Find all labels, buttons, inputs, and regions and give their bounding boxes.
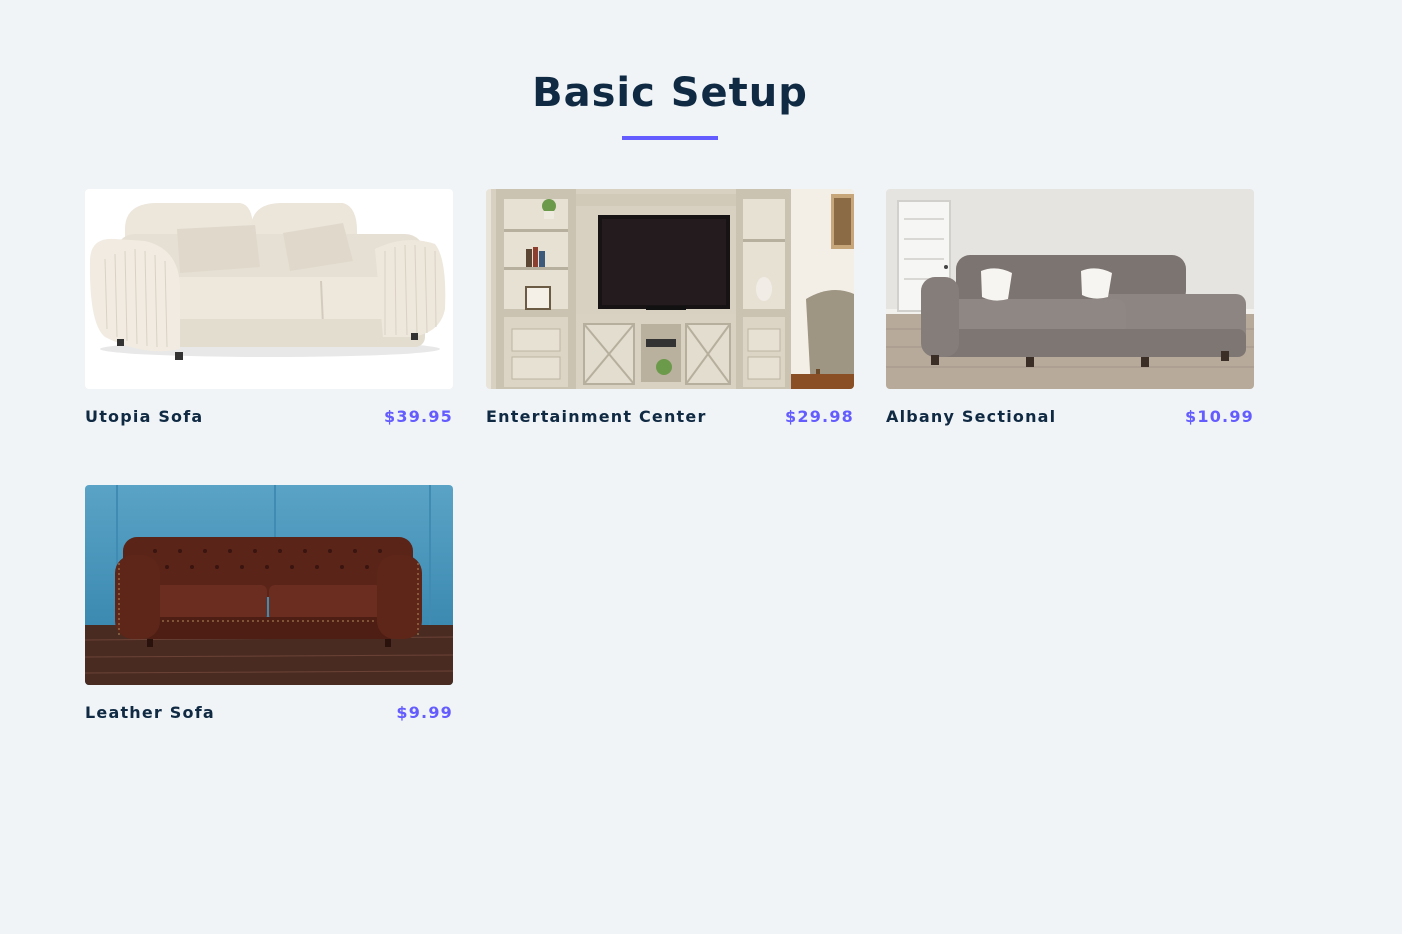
product-price: $39.95 <box>384 406 453 426</box>
product-price: $10.99 <box>1185 406 1254 426</box>
product-image-utopia-sofa[interactable] <box>85 189 453 389</box>
product-card[interactable]: Entertainment Center $29.98 <box>486 189 854 426</box>
product-card[interactable]: Albany Sectional $10.99 <box>886 189 1254 426</box>
card-footer: Utopia Sofa $39.95 <box>85 406 453 426</box>
product-price: $29.98 <box>785 406 854 426</box>
product-name: Albany Sectional <box>886 406 1057 426</box>
product-image-leather-sofa[interactable] <box>85 485 453 685</box>
product-price: $9.99 <box>396 702 453 722</box>
card-footer: Entertainment Center $29.98 <box>486 406 854 426</box>
page-title: Basic Setup <box>532 70 808 116</box>
title-underline <box>622 136 718 140</box>
product-image-entertainment-center[interactable] <box>486 189 854 389</box>
leather-chesterfield-illustration <box>85 485 453 685</box>
product-card[interactable]: Utopia Sofa $39.95 <box>85 189 453 426</box>
card-footer: Albany Sectional $10.99 <box>886 406 1254 426</box>
entertainment-center-illustration <box>486 189 854 389</box>
product-image-albany-sectional[interactable] <box>886 189 1254 389</box>
card-footer: Leather Sofa $9.99 <box>85 702 453 722</box>
product-card[interactable]: Leather Sofa $9.99 <box>85 485 453 722</box>
product-name: Leather Sofa <box>85 702 215 722</box>
cream-sofa-illustration <box>85 189 453 389</box>
product-name: Utopia Sofa <box>85 406 204 426</box>
grey-sectional-illustration <box>886 189 1254 389</box>
product-name: Entertainment Center <box>486 406 707 426</box>
